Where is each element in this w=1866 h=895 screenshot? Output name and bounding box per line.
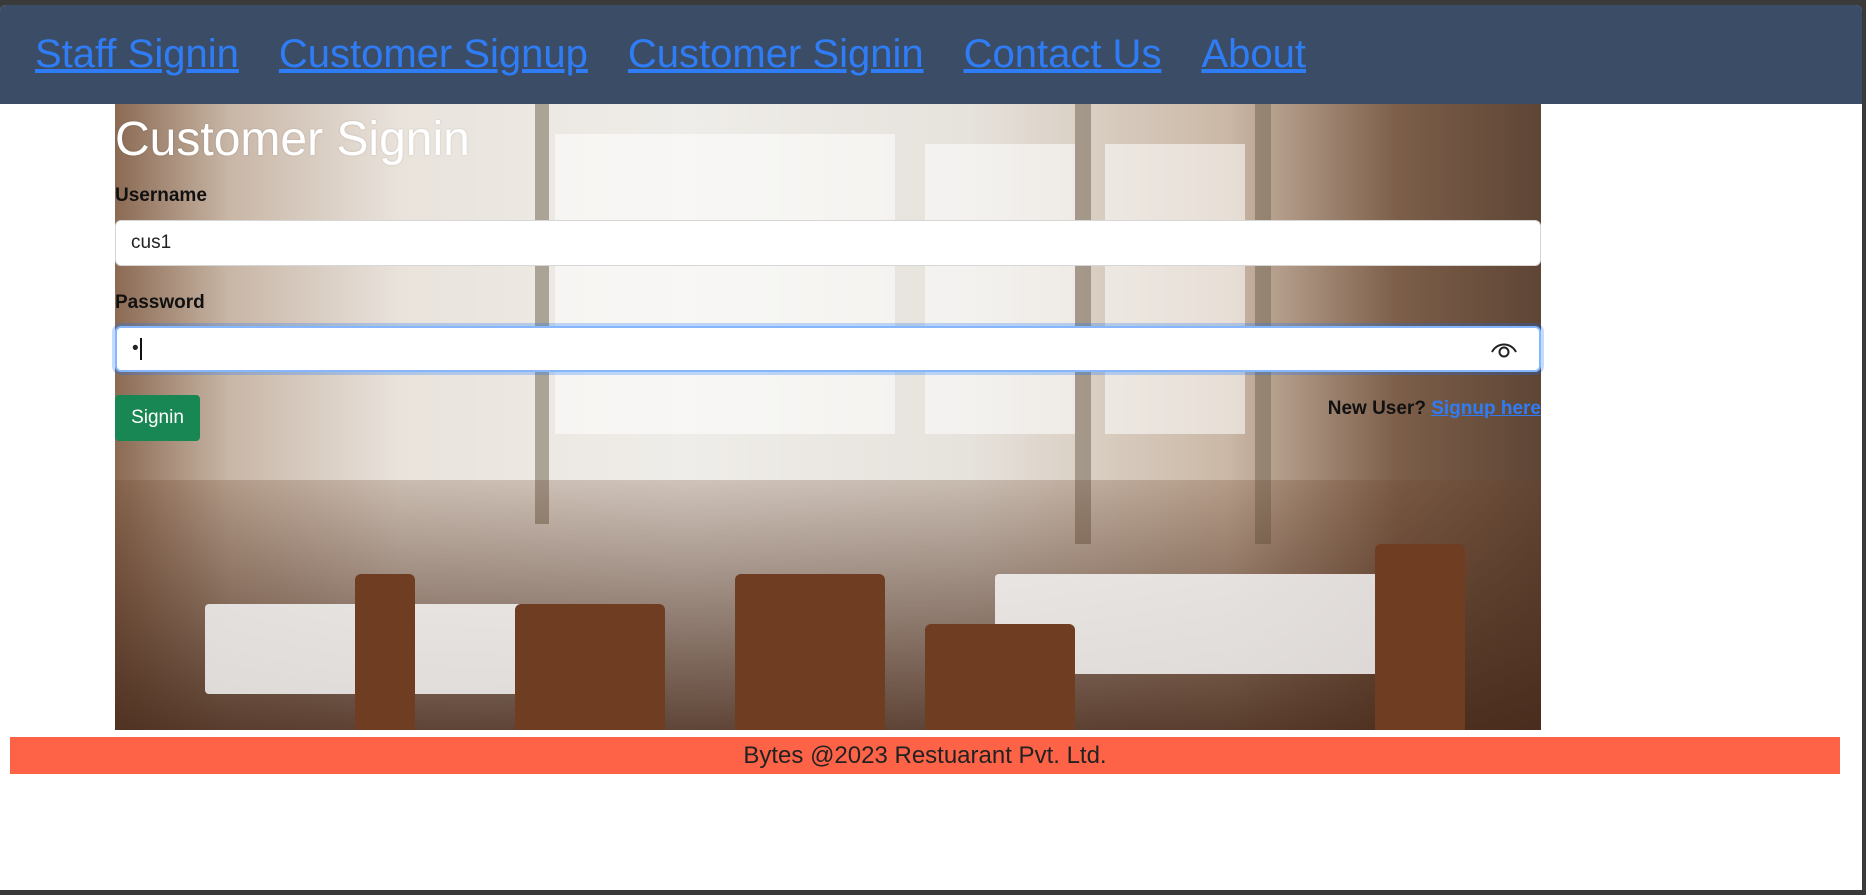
username-value: cus1 <box>131 232 172 253</box>
chair <box>515 604 665 730</box>
username-field[interactable]: cus1 <box>115 220 1541 266</box>
password-label: Password <box>115 292 205 313</box>
username-label: Username <box>115 185 207 206</box>
window-pane <box>1105 144 1245 434</box>
footer: Bytes @2023 Restuarant Pvt. Ltd. <box>10 737 1840 774</box>
nav-customer-signin[interactable]: Customer Signin <box>628 32 924 77</box>
chair <box>925 624 1075 730</box>
nav-about[interactable]: About <box>1201 32 1306 77</box>
nav-staff-signin[interactable]: Staff Signin <box>35 32 239 77</box>
nav-customer-signup[interactable]: Customer Signup <box>279 32 588 77</box>
window-pane <box>555 134 895 434</box>
window-pane <box>925 144 1075 434</box>
nav-contact-us[interactable]: Contact Us <box>964 32 1162 77</box>
new-user-text: New User? <box>1327 398 1426 419</box>
chair <box>1375 544 1465 730</box>
text-caret <box>139 338 142 360</box>
eye-icon[interactable] <box>1491 340 1517 360</box>
footer-text: Bytes @2023 Restuarant Pvt. Ltd. <box>743 741 1107 769</box>
page-title: Customer Signin <box>115 113 470 166</box>
password-value: • <box>132 338 139 359</box>
top-navbar: Staff Signin Customer Signup Customer Si… <box>0 5 1862 104</box>
new-user-prompt: New User? Signup here <box>1328 398 1541 420</box>
browser-viewport: Staff Signin Customer Signup Customer Si… <box>0 5 1862 890</box>
signup-here-link[interactable]: Signup here <box>1431 398 1541 419</box>
window-frame <box>1075 104 1091 544</box>
chair <box>355 574 415 730</box>
window-frame <box>535 104 549 524</box>
window-frame <box>1255 104 1271 544</box>
chair <box>735 574 885 730</box>
signin-button[interactable]: Signin <box>115 395 200 441</box>
password-field[interactable]: • <box>115 326 1541 372</box>
